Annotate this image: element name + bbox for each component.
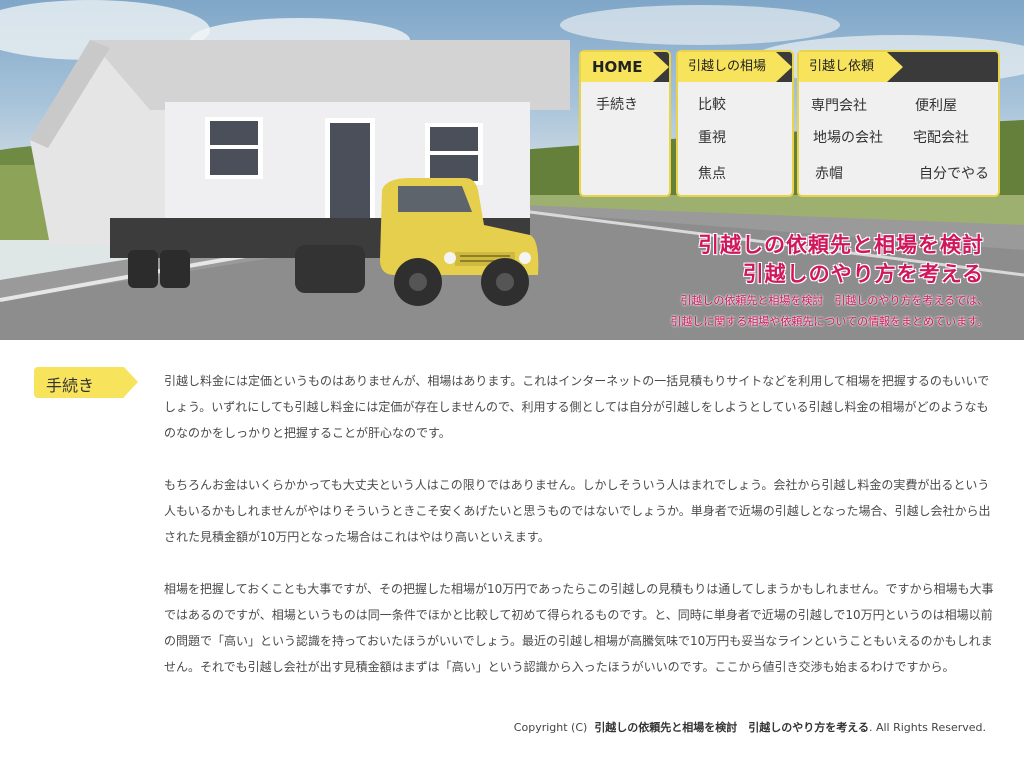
- nav-item-shouten[interactable]: 焦点: [698, 163, 726, 183]
- article-paragraph: もちろんお金はいくらかかっても大丈夫という人はこの限りではありません。しかしそう…: [164, 478, 991, 544]
- nav-home-menu: HOME 手続き: [579, 50, 671, 197]
- nav-irai-tab[interactable]: 引越し依頼: [799, 52, 903, 82]
- site-description-line2: 引越しに関する相場や依頼先についての情報をまとめています。: [670, 315, 988, 328]
- site-title-line2: 引越しのやり方を考える: [742, 262, 984, 286]
- site-title-line1: 引越しの依頼先と相場を検討: [698, 233, 984, 257]
- article-body: 引越し料金には定価というものはありませんが、相場はあります。これはインターネット…: [164, 368, 994, 706]
- nav-home-link[interactable]: HOME: [581, 52, 669, 82]
- section-heading: 手続き: [34, 367, 138, 398]
- copyright-prefix: Copyright (C): [513, 721, 588, 734]
- article-paragraph: 引越し料金には定価というものはありませんが、相場はあります。これはインターネット…: [164, 374, 990, 440]
- header-banner: HOME 手続き 引越しの相場 比較 重視 焦点 引越し依頼 専門会社 便利屋 …: [0, 0, 1024, 340]
- nav-item-jibun[interactable]: 自分でやる: [919, 163, 989, 183]
- site-description-line1: 引越しの依頼先と相場を検討 引越しのやり方を考えるでは、: [680, 294, 988, 307]
- nav-item-juushi[interactable]: 重視: [698, 127, 726, 147]
- copyright-site-link[interactable]: 引越しの依頼先と相場を検討 引越しのやり方を考える: [594, 721, 869, 734]
- nav-item-hikaku[interactable]: 比較: [698, 94, 726, 114]
- copyright-suffix: . All Rights Reserved.: [868, 721, 986, 734]
- nav-item-benriya[interactable]: 便利屋: [915, 95, 957, 115]
- nav-souba-header: 引越しの相場: [678, 52, 792, 82]
- article-paragraph: 相場を把握しておくことも大事ですが、その把握した相場が10万円であったらこの引越…: [164, 582, 994, 674]
- nav-irai-menu: 引越し依頼 専門会社 便利屋 地場の会社 宅配会社 赤帽 自分でやる: [797, 50, 1000, 197]
- nav-item-tetsuzuki[interactable]: 手続き: [596, 94, 638, 114]
- footer-copyright: Copyright (C) 引越しの依頼先と相場を検討 引越しのやり方を考える.…: [514, 719, 986, 735]
- nav-home-header: HOME: [581, 52, 669, 82]
- nav-item-takuhai[interactable]: 宅配会社: [913, 127, 969, 147]
- nav-irai-header: 引越し依頼: [799, 52, 998, 82]
- nav-souba-menu: 引越しの相場 比較 重視 焦点: [676, 50, 794, 197]
- nav-item-akabou[interactable]: 赤帽: [815, 163, 843, 183]
- nav-souba-tab[interactable]: 引越しの相場: [678, 52, 792, 82]
- nav-item-jiba[interactable]: 地場の会社: [813, 127, 883, 147]
- nav-item-senmon[interactable]: 専門会社: [811, 95, 867, 115]
- section-heading-text: 手続き: [46, 376, 95, 395]
